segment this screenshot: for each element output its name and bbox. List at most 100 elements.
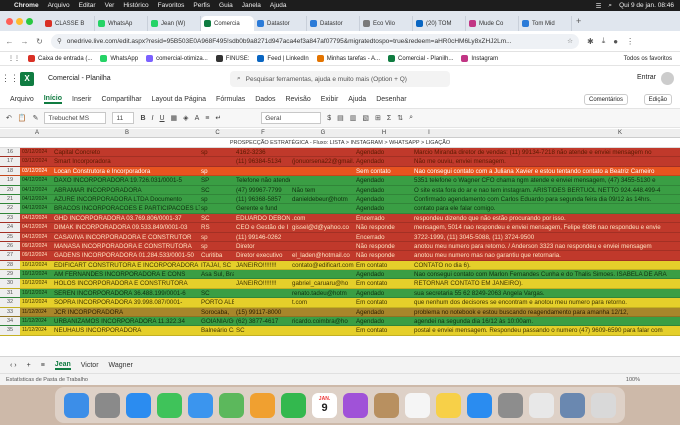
row-number[interactable]: 29 <box>0 270 20 279</box>
cell-styles-icon[interactable]: ▧ <box>362 114 369 122</box>
conditional-format-icon[interactable]: ▤ <box>337 114 344 122</box>
close-window-icon[interactable] <box>6 17 13 25</box>
cell-notes[interactable]: anotou meu numero para retorno. / Anders… <box>414 242 680 250</box>
tab-desenhar[interactable]: Desenhar <box>376 96 406 103</box>
cell-status[interactable]: Sem contato <box>356 167 412 175</box>
row-number[interactable]: 17 <box>0 157 20 166</box>
row-number[interactable]: 34 <box>0 317 20 326</box>
row-number[interactable]: 21 <box>0 194 20 204</box>
dock-messages-icon[interactable] <box>157 392 182 418</box>
cell-company[interactable]: NEUHAUS INCORPORADORA <box>54 326 200 334</box>
row-number[interactable]: 28 <box>0 260 20 270</box>
browser-tab[interactable]: WhatsAp <box>95 16 148 31</box>
download-icon[interactable]: ⤓ <box>602 36 606 46</box>
bold-icon[interactable]: B <box>140 115 145 122</box>
cell-company[interactable]: AM FERNANDES INCORPORADORA E CONS <box>54 270 200 278</box>
cell-notes[interactable]: problema no notebook e estou buscando re… <box>414 308 680 316</box>
cell-status[interactable]: Encerrado <box>356 214 412 222</box>
cell-status[interactable]: Agendado <box>356 157 412 165</box>
col-header-i[interactable]: I <box>414 130 444 136</box>
browser-tab[interactable]: Jean (W) <box>148 16 201 31</box>
dock-contacts-icon[interactable] <box>374 392 399 418</box>
sheet-title[interactable]: PROSPECÇÃO ESTRATÉGICA - Fluxo: LISTA > … <box>0 138 680 148</box>
cell-date[interactable]: 04/12/2024 <box>22 176 52 184</box>
search-box[interactable]: ⌕ Pesquisar ferramentas, ajuda e muito m… <box>230 71 450 87</box>
cell-company[interactable]: URBANIZAMOS INCORPORADORA 11.322.34 <box>54 317 200 325</box>
dock-safari-icon[interactable] <box>126 392 151 418</box>
cell-company[interactable]: EDIFICART CONSTRUTORA E INCORPORADORA <box>54 261 200 269</box>
col-header-h[interactable]: H <box>356 130 412 136</box>
cell-location[interactable]: SC <box>201 214 234 222</box>
cell-company[interactable]: SOPRA INCORPORADORA 39.998.087/0001- <box>54 298 200 306</box>
cell-contact[interactable]: ricardo.coimbra@ho <box>292 317 354 325</box>
dock-preview-icon[interactable] <box>560 392 585 418</box>
dock-launchpad-icon[interactable] <box>95 392 120 418</box>
dock-finder-icon[interactable] <box>64 392 89 418</box>
cell-location[interactable]: Balneário Camboriú, <box>201 326 234 334</box>
tab-exibir[interactable]: Exibir <box>321 96 339 103</box>
cell-date[interactable]: 09/12/2024 <box>22 242 52 250</box>
undo-icon[interactable]: ↶ <box>6 114 12 122</box>
menu-item-perfis[interactable]: Perfis <box>193 2 210 9</box>
cell-notes[interactable]: mensagem, 5014 nao respondeu e enviei me… <box>414 223 680 231</box>
workbook-stats[interactable]: Estatísticas de Pasta de Trabalho <box>6 377 88 383</box>
bookmark-item[interactable]: Caixa de entrada (... <box>28 55 92 62</box>
cell-contact[interactable]: .com <box>292 214 354 222</box>
cell-phone[interactable]: (62) 3877-4617 <box>236 317 290 325</box>
tab-revisao[interactable]: Revisão <box>285 96 310 103</box>
cell-notes[interactable]: respondeu dizendo que não estão procuran… <box>414 214 680 222</box>
search-icon[interactable]: ⌕ <box>608 2 612 10</box>
excel-logo-icon[interactable]: X <box>20 71 34 86</box>
cell-date[interactable]: 03/12/2024 <box>22 157 52 165</box>
minimize-window-icon[interactable] <box>16 17 23 25</box>
sum-icon[interactable]: Σ <box>387 115 391 122</box>
cell-status[interactable]: Em contato <box>356 298 412 306</box>
row-number[interactable]: 19 <box>0 176 20 185</box>
bookmark-item[interactable]: comercial-otimiza... <box>146 55 208 62</box>
row-number[interactable]: 22 <box>0 204 20 213</box>
cell-company[interactable]: HOLOS INCORPORADORA E CONSTRUTORA <box>54 279 200 287</box>
cell-company[interactable]: Locan Construtora e Incorporadora <box>54 167 200 175</box>
dock-notes-icon[interactable] <box>436 392 461 418</box>
cell-date[interactable]: 11/12/2024 <box>22 308 52 316</box>
cell-notes[interactable]: sua secretaria 55 62 8249-2063 Angela Va… <box>414 289 680 297</box>
cell-phone[interactable]: Gerente e fund <box>236 204 290 212</box>
row-number[interactable]: 24 <box>0 223 20 232</box>
cell-contact[interactable]: renato.tadeu@hotm <box>292 289 354 297</box>
sheet-tab-victor[interactable]: Victor <box>81 362 99 369</box>
cell-date[interactable]: 11/12/2024 <box>22 326 52 334</box>
cell-location[interactable]: sp <box>201 195 234 203</box>
cell-status[interactable]: Agendado <box>356 308 412 316</box>
avatar[interactable] <box>661 72 674 85</box>
bookmark-item[interactable]: Feed | LinkedIn <box>257 55 309 62</box>
cell-status[interactable]: Agendado <box>356 317 412 325</box>
cell-notes[interactable]: Marcio Miranda diretor de vendas: (11) 9… <box>414 148 680 156</box>
number-format-select[interactable]: Geral <box>261 112 322 124</box>
italic-icon[interactable]: I <box>152 115 154 122</box>
cell-notes[interactable]: O site esta fora do ar e nao tem instagr… <box>414 186 680 194</box>
menu-item-arquivo[interactable]: Arquivo <box>48 2 70 9</box>
row-number[interactable]: 23 <box>0 213 20 223</box>
dock-app-store-icon[interactable] <box>467 392 492 418</box>
tab-ajuda[interactable]: Ajuda <box>348 96 366 103</box>
cell-contact[interactable]: Não tem <box>292 186 354 194</box>
editing-mode-button[interactable]: Edição <box>643 94 672 105</box>
menu-item-editar[interactable]: Editar <box>79 2 96 9</box>
cell-status[interactable]: Agendado <box>356 148 412 156</box>
menubar-clock[interactable]: Qui 9 de jan. 08:46 <box>619 2 674 9</box>
cell-date[interactable]: 09/12/2024 <box>22 251 52 259</box>
cell-notes[interactable]: RETORNAR CONTATO EM JANEIRO). <box>414 279 680 287</box>
col-header-f[interactable]: F <box>236 130 290 136</box>
cell-company[interactable]: MANASA INCORPORADORA E CONSTRUTORA <box>54 242 200 250</box>
cell-notes[interactable]: que nenhum dos decisores se encontram e … <box>414 298 680 306</box>
fill-color-icon[interactable]: ◈ <box>183 114 188 122</box>
tab-layout[interactable]: Layout da Página <box>152 96 207 103</box>
cell-company[interactable]: JCR INCORPORADORA <box>54 308 200 316</box>
cell-phone[interactable]: (15) 99117-8000 <box>236 308 290 316</box>
tab-compartilhar[interactable]: Compartilhar <box>101 96 141 103</box>
align-icon[interactable]: ≡ <box>205 115 209 122</box>
cell-location[interactable]: Curitiba <box>201 251 234 259</box>
cell-date[interactable]: 10/12/2024 <box>22 270 52 278</box>
control-center-icon[interactable]: ☰ <box>596 2 602 10</box>
cell-company[interactable]: AZURE INCORPORADORA LTDA Documento <box>54 195 200 203</box>
